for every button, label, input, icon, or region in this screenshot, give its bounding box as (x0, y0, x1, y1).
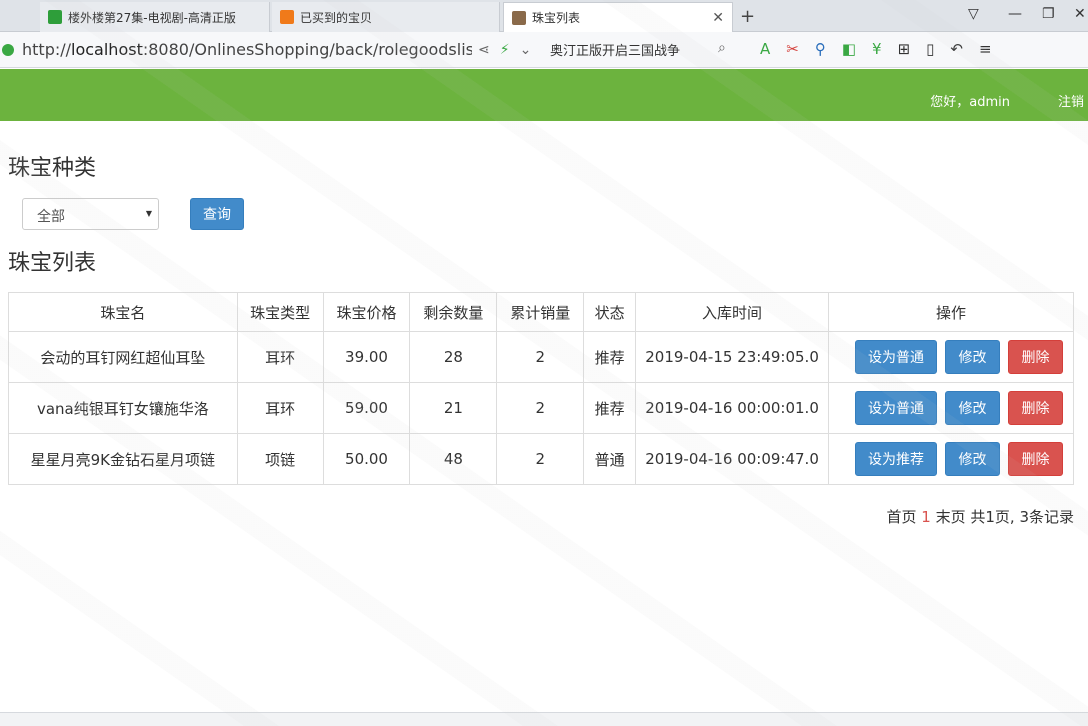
logout-link[interactable]: 注销 (1058, 91, 1084, 110)
edit-button[interactable]: 修改 (945, 340, 1000, 374)
money-icon[interactable]: ¥ (872, 40, 882, 58)
delete-button[interactable]: 删除 (1008, 340, 1063, 374)
col-header-status: 状态 (583, 292, 637, 332)
site-header: 您好，admin 注销 (0, 69, 1088, 121)
url-scheme: http:// (22, 40, 72, 59)
secure-icon (2, 43, 14, 56)
browser-status-bar (0, 712, 1088, 726)
chevron-down-icon[interactable]: ⌄ (520, 42, 532, 58)
translate-icon[interactable]: A (760, 40, 770, 58)
table-header-row: 珠宝名 珠宝类型 珠宝价格 剩余数量 累计销量 状态 入库时间 操作 (8, 292, 1075, 332)
find-icon[interactable]: ⚲ (815, 40, 826, 58)
edit-button[interactable]: 修改 (945, 391, 1000, 425)
minimize-icon[interactable]: — (1008, 6, 1022, 22)
scissors-icon[interactable]: ✂ (786, 40, 799, 58)
cell-time: 2019-04-15 23:49:05.0 (635, 331, 829, 383)
cell-price: 50.00 (322, 433, 411, 485)
address-icons: ⋖ ⚡ ⌄ (478, 42, 531, 58)
cell-name: 星星月亮9K金钻石星月项链 (8, 433, 238, 485)
apps-icon[interactable]: ⊞ (898, 40, 911, 58)
window-close-icon[interactable]: ✕ (1074, 6, 1086, 22)
cell-price: 59.00 (322, 382, 411, 434)
cell-type: 耳环 (236, 331, 324, 383)
cell-time: 2019-04-16 00:09:47.0 (635, 433, 829, 485)
cell-actions: 设为普通 修改 删除 (827, 331, 1075, 383)
game-icon[interactable]: ◧ (842, 40, 856, 58)
tab-label: 楼外楼第27集-电视剧-高清正版 (68, 10, 236, 25)
category-select-value: 全部 (37, 209, 65, 225)
jewelry-table: 珠宝名 珠宝类型 珠宝价格 剩余数量 累计销量 状态 入库时间 操作 会动的耳钉… (8, 292, 1075, 485)
cell-type: 项链 (236, 433, 324, 485)
cell-sold: 2 (496, 433, 585, 485)
browser-tab-3-active[interactable]: 珠宝列表 ✕ (503, 2, 733, 32)
close-tab-icon[interactable]: ✕ (712, 10, 724, 26)
share-icon[interactable]: ⋖ (478, 42, 490, 58)
cell-sold: 2 (496, 382, 585, 434)
current-page: 1 (921, 508, 931, 526)
lightning-icon[interactable]: ⚡ (500, 42, 510, 58)
search-suggestion[interactable]: 奥汀正版开启三国战争 (550, 40, 680, 59)
browser-tab-1[interactable]: 楼外楼第27集-电视剧-高清正版 (40, 2, 270, 32)
cell-price: 39.00 (322, 331, 411, 383)
user-greeting: 您好，admin (930, 95, 1010, 110)
cell-status: 推荐 (583, 382, 637, 434)
col-header-type: 珠宝类型 (236, 292, 324, 332)
col-header-time: 入库时间 (635, 292, 829, 332)
pagination: 首页 1 末页 共1页, 3条记录 (886, 506, 1074, 527)
col-header-price: 珠宝价格 (322, 292, 411, 332)
cell-name: vana纯银耳钉女镶施华洛 (8, 382, 238, 434)
edit-button[interactable]: 修改 (945, 442, 1000, 476)
col-header-actions: 操作 (827, 292, 1075, 332)
cell-stock: 28 (409, 331, 498, 383)
query-button[interactable]: 查询 (190, 198, 244, 230)
page-icon (512, 10, 526, 25)
table-row: vana纯银耳钉女镶施华洛 耳环 59.00 21 2 推荐 2019-04-1… (8, 382, 1075, 434)
taobao-icon (280, 10, 294, 24)
url-field[interactable]: http://localhost:8080/OnlinesShopping/ba… (22, 40, 472, 59)
new-tab-icon[interactable]: + (740, 6, 755, 27)
maximize-icon[interactable]: ❐ (1042, 6, 1055, 22)
category-heading: 珠宝种类 (8, 156, 97, 181)
cell-type: 耳环 (236, 382, 324, 434)
table-row: 星星月亮9K金钻石星月项链 项链 50.00 48 2 普通 2019-04-1… (8, 433, 1075, 485)
url-path: :8080/OnlinesShopping/back/rolegoodslist… (142, 40, 472, 59)
delete-button[interactable]: 删除 (1008, 442, 1063, 476)
delete-button[interactable]: 删除 (1008, 391, 1063, 425)
undo-icon[interactable]: ↶ (950, 40, 963, 58)
cell-status: 推荐 (583, 331, 637, 383)
iqiyi-icon (48, 10, 62, 24)
tab-label: 珠宝列表 (532, 11, 581, 25)
cell-actions: 设为推荐 修改 删除 (827, 433, 1075, 485)
menu-icon[interactable]: ≡ (979, 40, 992, 58)
browser-tab-2[interactable]: 已买到的宝贝 (272, 2, 500, 32)
search-icon[interactable]: ⌕ (718, 40, 726, 56)
url-host: localhost (71, 40, 143, 59)
browser-toolbar: A ✂ ⚲ ◧ ¥ ⊞ ▯ ↶ ≡ (760, 40, 992, 58)
table-row: 会动的耳钉网红超仙耳坠 耳环 39.00 28 2 推荐 2019-04-15 … (8, 331, 1075, 383)
col-header-sold: 累计销量 (496, 292, 585, 332)
toggle-status-button[interactable]: 设为推荐 (855, 442, 937, 476)
last-page-link[interactable]: 末页 (936, 508, 966, 526)
tablet-icon[interactable]: ▯ (926, 40, 934, 58)
category-select[interactable]: 全部 ▼ (22, 198, 159, 230)
page-summary: 共1页, 3条记录 (970, 508, 1074, 526)
toggle-status-button[interactable]: 设为普通 (855, 391, 937, 425)
cell-status: 普通 (583, 433, 637, 485)
skin-icon[interactable]: ▽ (968, 6, 979, 22)
cell-sold: 2 (496, 331, 585, 383)
first-page-link[interactable]: 首页 (886, 508, 916, 526)
cell-name: 会动的耳钉网红超仙耳坠 (8, 331, 238, 383)
cell-stock: 48 (409, 433, 498, 485)
cell-actions: 设为普通 修改 删除 (827, 382, 1075, 434)
browser-tab-strip: 楼外楼第27集-电视剧-高清正版 已买到的宝贝 珠宝列表 ✕ + ▽ — ❐ ✕ (0, 0, 1088, 32)
cell-time: 2019-04-16 00:00:01.0 (635, 382, 829, 434)
address-bar: http://localhost:8080/OnlinesShopping/ba… (0, 32, 1088, 68)
toggle-status-button[interactable]: 设为普通 (855, 340, 937, 374)
cell-stock: 21 (409, 382, 498, 434)
caret-down-icon: ▼ (145, 209, 152, 218)
list-heading: 珠宝列表 (8, 251, 97, 276)
tab-label: 已买到的宝贝 (300, 10, 373, 25)
col-header-stock: 剩余数量 (409, 292, 498, 332)
col-header-name: 珠宝名 (8, 292, 238, 332)
